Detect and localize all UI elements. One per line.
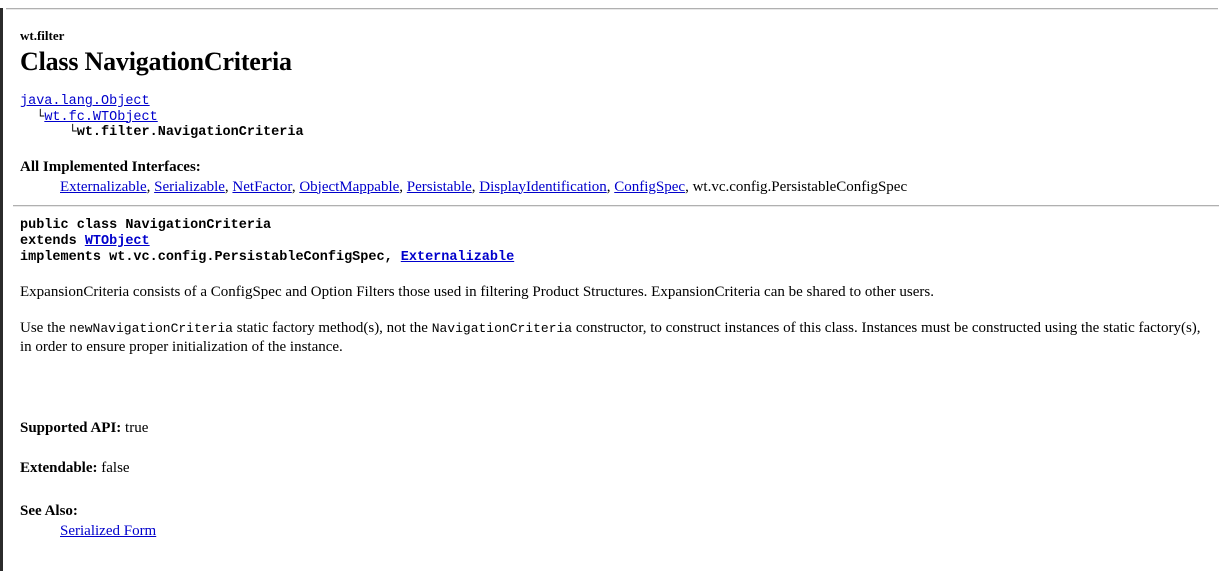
declaration-implements-plain: wt.vc.config.PersistableConfigSpec, [109, 249, 401, 265]
package-name: wt.filter [20, 28, 65, 43]
declaration-implements-keyword: implements [20, 249, 110, 265]
page-title: Class NavigationCriteria [20, 47, 292, 76]
declaration-link-wtobject[interactable]: WTObject [85, 234, 150, 249]
see-also-list: Serialized Form [60, 523, 1219, 540]
declaration-divider [13, 204, 1219, 207]
extendable-label: Extendable: [20, 459, 98, 476]
description-paragraph-2: Use the newNavigationCriteria static fac… [20, 319, 1209, 356]
see-also-link-serialized-form[interactable]: Serialized Form [60, 523, 156, 539]
desc2-text-b: static factory method(s), not the [232, 319, 432, 336]
implemented-interfaces-block: All Implemented Interfaces: Externalizab… [10, 159, 1219, 196]
tree-connector-1: └ [20, 109, 45, 125]
interface-link-persistable[interactable]: Persistable [407, 179, 472, 195]
supported-api-row: Supported API: true [20, 420, 1219, 437]
page-content: wt.filter Class NavigationCriteria java.… [3, 28, 1219, 540]
interface-link-configspec[interactable]: ConfigSpec [614, 179, 685, 195]
desc2-code-newnavigationcriteria: newNavigationCriteria [69, 320, 233, 336]
desc2-code-navigationcriteria: NavigationCriteria [431, 320, 573, 336]
see-also-heading: See Also: [20, 502, 78, 519]
interface-link-displayidentification[interactable]: DisplayIdentification [479, 179, 606, 195]
sep-0: , [146, 178, 155, 195]
javadoc-page-frame: wt.filter Class NavigationCriteria java.… [0, 8, 1219, 571]
hierarchy-link-java-lang-object[interactable]: java.lang.Object [20, 94, 150, 109]
interface-link-netfactor[interactable]: NetFactor [232, 179, 291, 195]
interface-link-serializable[interactable]: Serializable [154, 179, 225, 195]
extendable-value: false [101, 459, 130, 476]
implemented-interfaces-heading: All Implemented Interfaces: [20, 158, 201, 175]
class-declaration: public class NavigationCriteria extends … [20, 218, 1219, 266]
declaration-link-externalizable[interactable]: Externalizable [401, 250, 514, 265]
interface-text-persistableconfigspec: wt.vc.config.PersistableConfigSpec [692, 178, 908, 195]
desc2-text-a: Use the [20, 319, 70, 336]
inheritance-tree: java.lang.Object └wt.fc.WTObject └wt.fil… [20, 94, 1219, 141]
supported-api-label: Supported API: [20, 419, 122, 436]
description-paragraph-1: ExpansionCriteria consists of a ConfigSp… [20, 283, 934, 300]
hierarchy-link-wt-fc-wtobject[interactable]: wt.fc.WTObject [44, 110, 157, 125]
supported-api-value: true [125, 419, 149, 436]
implemented-interfaces-list: Externalizable, Serializable, NetFactor,… [60, 179, 1219, 196]
interface-link-objectmappable[interactable]: ObjectMappable [299, 179, 399, 195]
declaration-extends-keyword: extends [20, 233, 85, 249]
tree-connector-2: └ [20, 125, 77, 140]
sep-6: , [685, 178, 693, 195]
sep-3: , [399, 178, 407, 195]
hierarchy-current-class: wt.filter.NavigationCriteria [76, 125, 304, 140]
top-divider [6, 8, 1218, 10]
interface-link-externalizable[interactable]: Externalizable [60, 179, 147, 195]
extendable-row: Extendable: false [20, 460, 1219, 477]
declaration-line-1: public class NavigationCriteria [20, 217, 272, 233]
